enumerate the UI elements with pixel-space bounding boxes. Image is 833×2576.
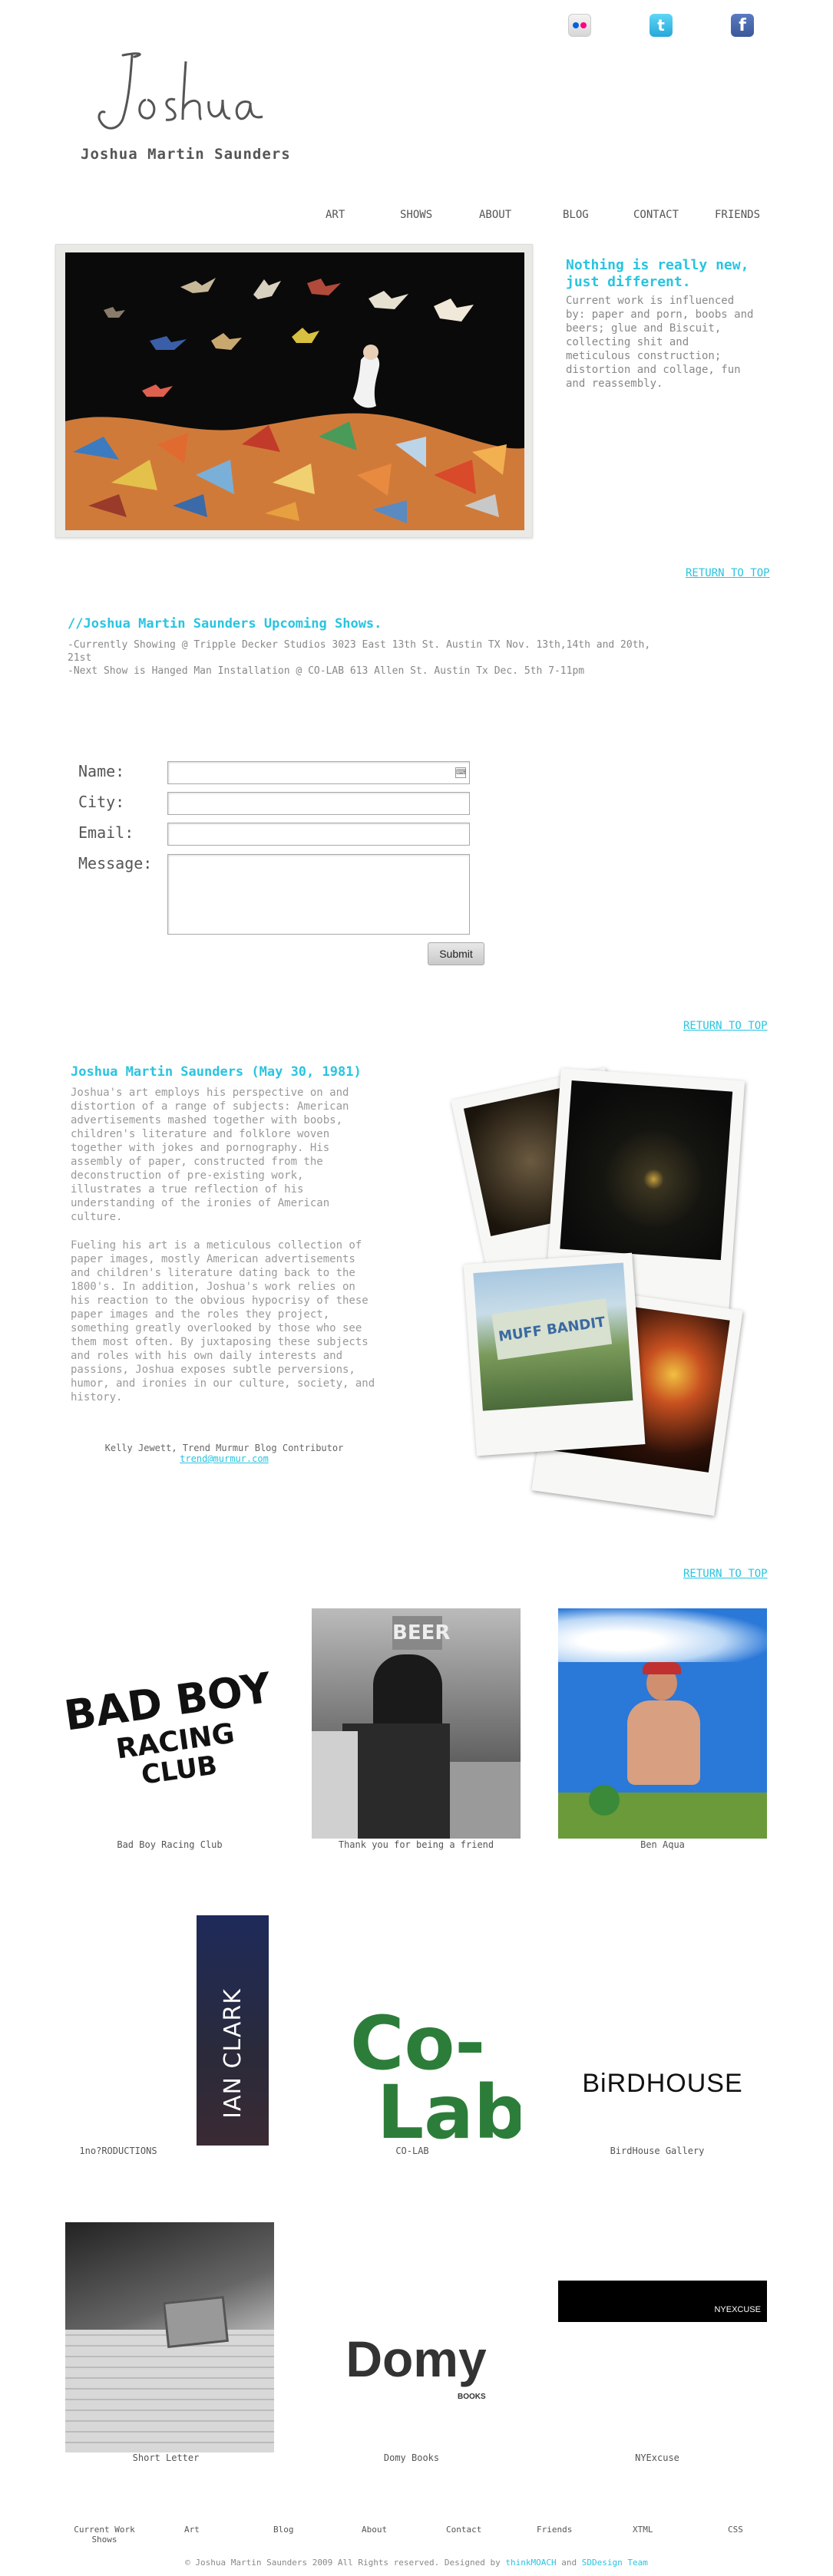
caption-short-letter[interactable]: Short Letter (61, 2452, 270, 2463)
caption-domy-books[interactable]: Domy Books (307, 2452, 516, 2463)
autofill-icon[interactable]: ⌨ (455, 767, 466, 778)
footer-nav-xtml[interactable]: XTML (633, 2525, 653, 2535)
facebook-icon[interactable]: f (731, 14, 754, 37)
copyright: © Joshua Martin Saunders 2009 All Rights… (185, 2558, 648, 2568)
tagline-description: Current work is influenced by: paper and… (566, 295, 754, 390)
polaroid-photo-3: MUFF BANDIT (463, 1252, 646, 1456)
twitter-icon[interactable]: t (650, 14, 673, 37)
footer-nav-art[interactable]: Art (184, 2525, 200, 2535)
city-label: City: (78, 793, 125, 811)
caption-ben-aqua[interactable]: Ben Aqua (558, 1839, 767, 1850)
birdhouse-logo: BiRDHOUSE (582, 2069, 743, 2098)
tagline-line-2: just different. (566, 274, 691, 290)
friend-nyexcuse[interactable]: NYEXCUSE (558, 2222, 767, 2452)
flickr-icon[interactable] (568, 14, 591, 37)
designer-link-1[interactable]: thinkMOACH (505, 2558, 556, 2568)
nav-blog[interactable]: BLOG (563, 209, 589, 221)
message-textarea[interactable] (167, 854, 470, 935)
featured-artwork[interactable] (65, 252, 524, 530)
caption-thank-you-for-being-a-friend[interactable]: Thank you for being a friend (312, 1839, 521, 1850)
friend-birdhouse[interactable]: BiRDHOUSE (558, 1915, 767, 2146)
bio-title: Joshua Martin Saunders (May 30, 1981) (71, 1064, 362, 1080)
shows-title: //Joshua Martin Saunders Upcoming Shows. (68, 616, 382, 632)
domy-logo-sub: BOOKS (458, 2393, 486, 2401)
footer-nav-current-work[interactable]: Current Work Shows (68, 2525, 141, 2545)
tagline-line-1: Nothing is really new, (566, 257, 749, 273)
shows-line-1: -Currently Showing @ Tripple Decker Stud… (68, 639, 651, 651)
beer-sign: BEER (392, 1616, 450, 1650)
email-label: Email: (78, 823, 134, 842)
joshua-script-logo[interactable] (92, 46, 269, 138)
nav-friends[interactable]: FRIENDS (715, 209, 760, 221)
footer-nav-blog[interactable]: Blog (273, 2525, 294, 2535)
friend-ian-clark[interactable]: IAN CLARK (65, 1915, 274, 2146)
name-label: Name: (78, 762, 125, 780)
submit-button[interactable]: Submit (428, 942, 484, 965)
caption-bad-boy-racing-club[interactable]: Bad Boy Racing Club (65, 1839, 274, 1850)
friend-ben-aqua-photo[interactable] (558, 1608, 767, 1839)
featured-artwork-frame (55, 244, 533, 538)
city-input[interactable] (167, 792, 470, 815)
friend-thank-you-photo[interactable]: BEER (312, 1608, 521, 1839)
shows-line-1-cont: 21st (68, 652, 92, 664)
shows-line-2: -Next Show is Hanged Man Installation @ … (68, 665, 585, 677)
bio-paragraph-1: Joshua's art employs his perspective on … (71, 1087, 349, 1223)
nyexcuse-logo: NYEXCUSE (714, 2305, 761, 2314)
return-to-top-link-1[interactable]: RETURN TO TOP (686, 567, 770, 579)
footer-nav-about[interactable]: About (362, 2525, 387, 2535)
domy-logo: Domy (345, 2330, 487, 2387)
muff-bandit-sign: MUFF BANDIT (491, 1298, 613, 1361)
tagline: Nothing is really new, just different. (566, 257, 765, 291)
caption-nyexcuse[interactable]: NYExcuse (553, 2452, 762, 2463)
designer-link-2[interactable]: SDDesign Team (582, 2558, 648, 2568)
footer-nav-css[interactable]: CSS (728, 2525, 743, 2535)
return-to-top-link-3[interactable]: RETURN TO TOP (683, 1568, 768, 1580)
friend-domy-books[interactable]: Domy BOOKS (312, 2222, 521, 2452)
bio-paragraph-2: Fueling his art is a meticulous collecti… (71, 1239, 375, 1403)
credit-email-link[interactable]: trend@murmur.com (180, 1453, 269, 1464)
message-label: Message: (78, 854, 153, 872)
nav-about[interactable]: ABOUT (479, 209, 511, 221)
site-name[interactable]: Joshua Martin Saunders (81, 146, 291, 163)
nav-art[interactable]: ART (326, 209, 345, 221)
return-to-top-link-2[interactable]: RETURN TO TOP (683, 1020, 768, 1032)
name-input[interactable]: ⌨ (167, 761, 470, 784)
friend-bad-boy-racing-club[interactable]: BAD BOY RACING CLUB (65, 1608, 274, 1839)
colab-logo-bottom: Lab (377, 2070, 521, 2146)
footer-nav-friends[interactable]: Friends (537, 2525, 572, 2535)
friend-co-lab[interactable]: Co- Lab (312, 1915, 521, 2146)
caption-productions[interactable]: 1no?RODUCTIONS (14, 2146, 223, 2156)
friend-short-letter-photo[interactable] (65, 2222, 274, 2452)
nav-contact[interactable]: CONTACT (633, 209, 679, 221)
caption-co-lab[interactable]: CO-LAB (308, 2146, 517, 2156)
nav-shows[interactable]: SHOWS (400, 209, 432, 221)
email-input[interactable] (167, 823, 470, 846)
ian-clark-banner-text: IAN CLARK (220, 1988, 246, 2119)
footer-nav-contact[interactable]: Contact (446, 2525, 481, 2535)
bio-credit: Kelly Jewett, Trend Murmur Blog Contribu… (104, 1443, 344, 1453)
caption-birdhouse-gallery[interactable]: BirdHouse Gallery (553, 2146, 762, 2156)
